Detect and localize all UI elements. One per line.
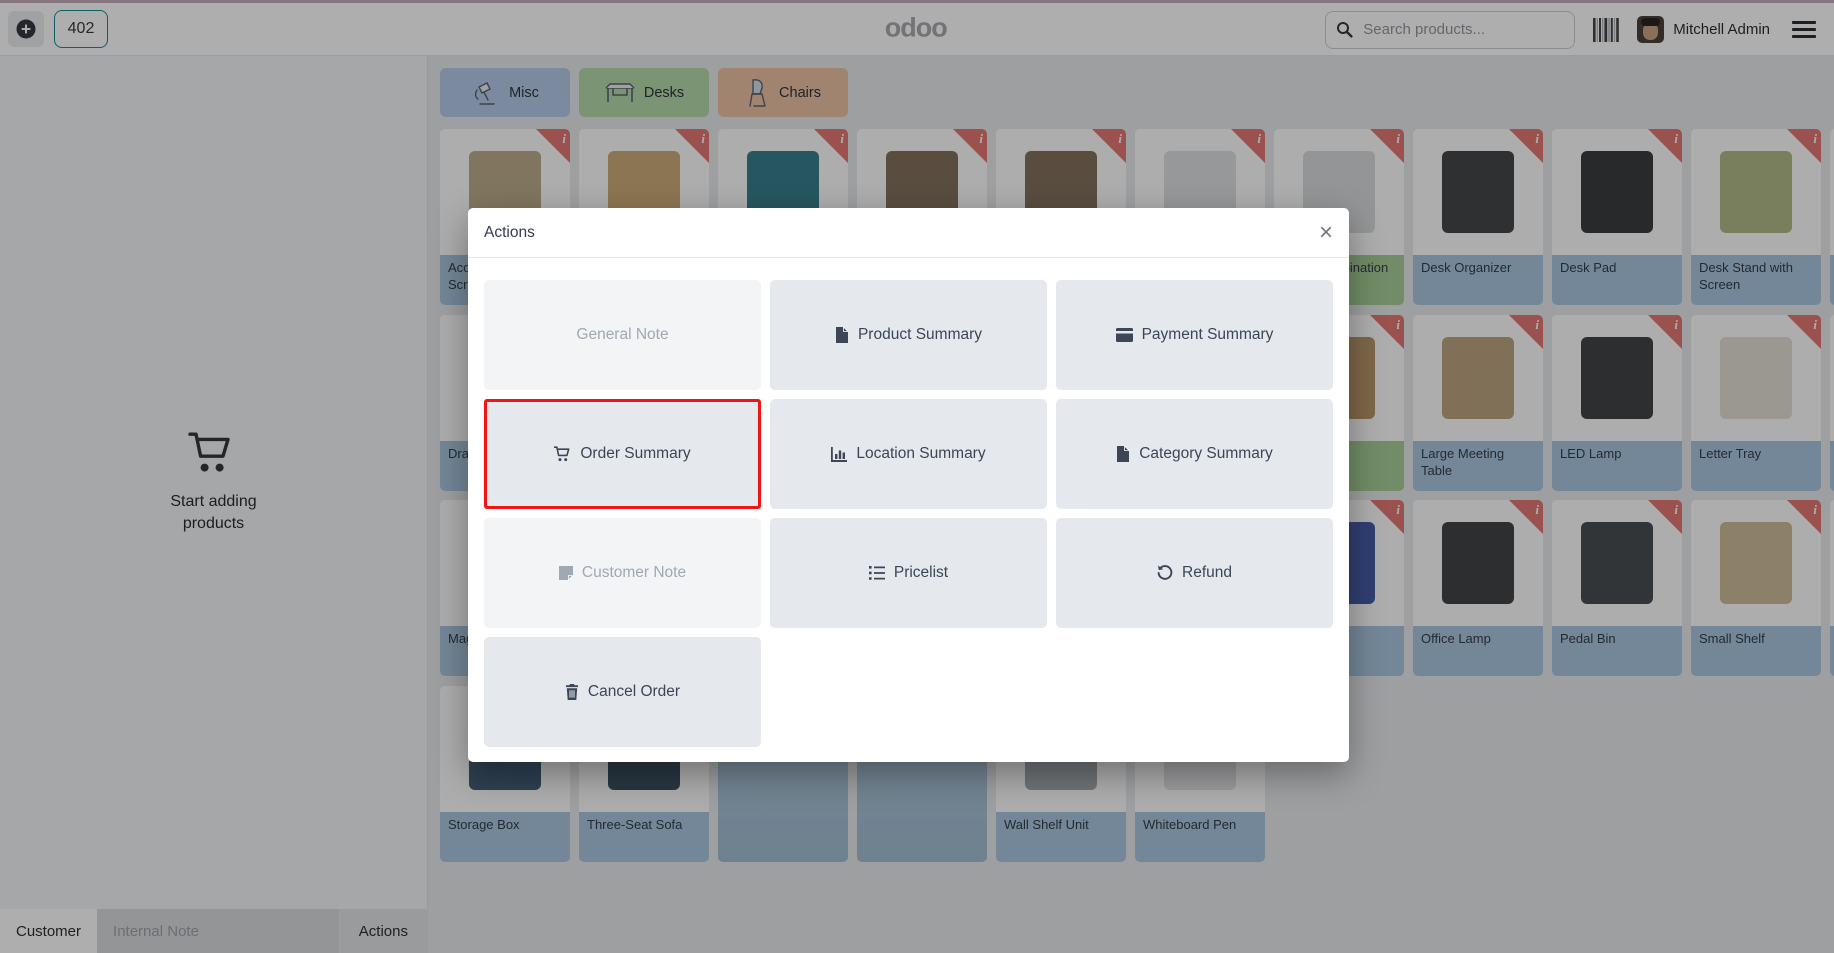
document-icon (835, 327, 849, 343)
action-label: Customer Note (581, 564, 687, 581)
actions-dialog: Actions × General Note Product Summary Pay… (468, 208, 1349, 762)
action-label: Payment Summary (1141, 326, 1274, 343)
action-location-summary[interactable]: Location Summary (770, 399, 1047, 509)
note-icon (558, 565, 573, 581)
action-label: Cancel Order (587, 683, 681, 700)
action-label: General Note (576, 326, 669, 343)
cart-icon (554, 446, 571, 462)
list-icon (868, 566, 885, 580)
pos-app: 402 odoo Mitchell Admin (0, 0, 1834, 953)
action-general-note[interactable]: General Note (484, 280, 761, 390)
action-label: Category Summary (1139, 445, 1273, 462)
action-cancel-order[interactable]: Cancel Order (484, 637, 761, 747)
action-label: Order Summary (580, 445, 691, 462)
document-icon (1116, 446, 1131, 462)
action-label: Refund (1182, 564, 1232, 581)
dialog-title: Actions (484, 223, 535, 241)
action-customer-note[interactable]: Customer Note (484, 518, 761, 628)
action-label: Pricelist (893, 564, 949, 581)
action-product-summary[interactable]: Product Summary (770, 280, 1047, 390)
trash-icon (565, 684, 579, 700)
action-payment-summary[interactable]: Payment Summary (1056, 280, 1333, 390)
close-icon[interactable]: × (1319, 220, 1333, 245)
action-refund[interactable]: Refund (1056, 518, 1333, 628)
bar-chart-icon (831, 446, 848, 462)
action-category-summary[interactable]: Category Summary (1056, 399, 1333, 509)
undo-icon (1157, 565, 1173, 581)
action-label: Location Summary (856, 445, 986, 462)
action-order-summary[interactable]: Order Summary (484, 399, 761, 509)
dialog-header: Actions × (468, 208, 1349, 258)
dialog-actions-grid: General Note Product Summary Payment Summa… (468, 258, 1349, 763)
action-label: Product Summary (857, 326, 983, 343)
credit-card-icon (1115, 328, 1133, 342)
action-pricelist[interactable]: Pricelist (770, 518, 1047, 628)
